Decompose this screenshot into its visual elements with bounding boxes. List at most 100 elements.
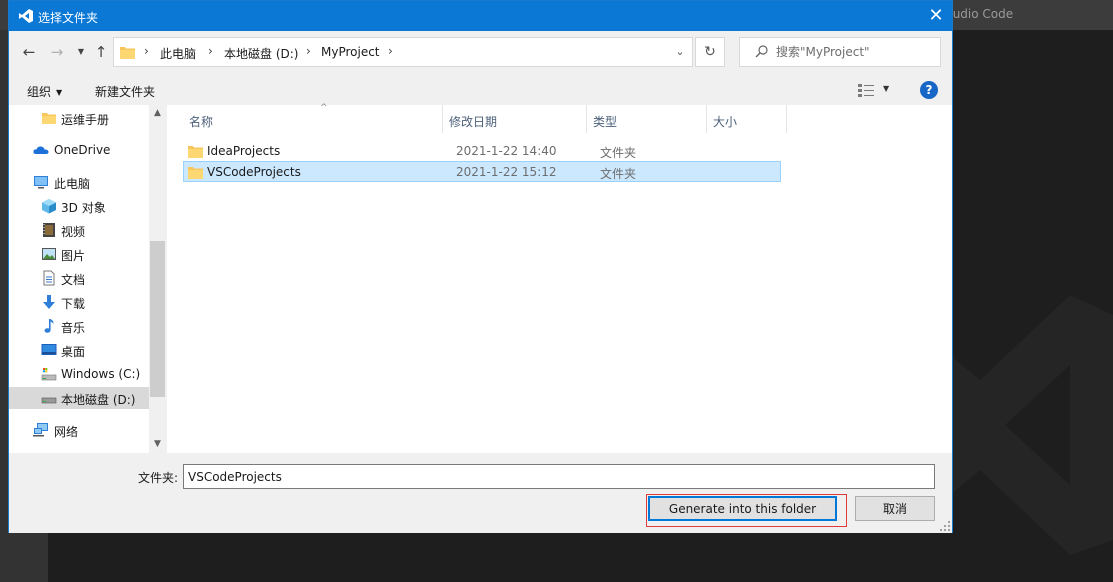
select-folder-dialog: 选择文件夹 ✕ ← → ▼ ↑ › 此电脑 › 本地磁盘 (D:) › MyPr…	[8, 0, 953, 533]
breadcrumb-item-drive-d[interactable]: 本地磁盘 (D:)	[224, 45, 298, 62]
organize-label: 组织	[27, 85, 52, 99]
nav-item-label: 文档	[61, 273, 86, 287]
nav-item-this-pc[interactable]: 此电脑	[9, 171, 149, 193]
refresh-icon: ↻	[704, 44, 716, 60]
breadcrumb-separator-icon: ›	[208, 44, 213, 58]
refresh-button[interactable]: ↻	[695, 37, 725, 67]
search-input[interactable]	[776, 38, 936, 66]
recent-locations-button[interactable]: ▼	[71, 41, 91, 63]
column-label: 类型	[593, 115, 618, 129]
breadcrumb-item-this-pc[interactable]: 此电脑	[160, 45, 196, 62]
desktop-icon	[41, 344, 57, 355]
breadcrumb-separator-icon: ›	[306, 44, 311, 58]
network-icon	[33, 423, 48, 437]
column-header-type[interactable]: 类型	[587, 105, 707, 133]
folder-field-label: 文件夹:	[138, 471, 179, 485]
generate-into-folder-button[interactable]: Generate into this folder	[648, 496, 837, 521]
file-type: 文件夹	[600, 146, 637, 160]
nav-item-label: 3D 对象	[61, 201, 106, 215]
nav-item-label: 音乐	[61, 321, 86, 335]
nav-item-desktop[interactable]: 桌面	[9, 339, 149, 361]
help-icon[interactable]: ?	[920, 81, 938, 99]
picture-icon	[42, 248, 56, 260]
document-icon	[43, 270, 55, 286]
address-bar[interactable]: › 此电脑 › 本地磁盘 (D:) › MyProject › ⌄	[113, 37, 693, 67]
drive-icon	[41, 368, 57, 381]
file-date: 2021-1-22 14:40	[456, 144, 557, 158]
scrollbar-thumb[interactable]	[150, 241, 165, 397]
cloud-icon	[33, 146, 49, 154]
breadcrumb-separator-icon: ›	[388, 44, 393, 58]
dialog-titlebar: 选择文件夹 ✕	[9, 1, 952, 31]
vscode-app-icon	[19, 9, 33, 23]
resize-grip-icon[interactable]	[940, 521, 950, 531]
cancel-button[interactable]: 取消	[855, 496, 935, 521]
search-icon	[755, 45, 768, 58]
vscode-window-title: tudio Code	[948, 7, 1014, 21]
nav-item-label: 本地磁盘 (D:)	[61, 393, 136, 407]
file-name: VSCodeProjects	[207, 165, 301, 179]
arrow-up-icon: ↑	[94, 43, 108, 61]
folder-icon	[188, 146, 203, 158]
search-box[interactable]	[739, 37, 941, 67]
column-header-date[interactable]: 修改日期	[443, 105, 587, 133]
up-button[interactable]: ↑	[91, 41, 111, 63]
close-icon: ✕	[928, 5, 944, 26]
arrow-left-icon: ←	[22, 43, 36, 61]
cube-icon	[42, 199, 56, 214]
folder-icon	[42, 113, 56, 124]
column-header-name[interactable]: ^ 名称	[183, 103, 443, 133]
nav-item-videos[interactable]: 视频	[9, 219, 149, 241]
nav-item-label: 网络	[54, 425, 79, 439]
close-button[interactable]: ✕	[920, 1, 952, 31]
view-dropdown-icon[interactable]: ▼	[883, 84, 889, 93]
column-label: 大小	[713, 115, 738, 129]
dialog-title: 选择文件夹	[38, 11, 99, 25]
scroll-down-icon[interactable]: ▼	[149, 436, 166, 453]
drive-icon	[41, 397, 57, 404]
forward-button[interactable]: →	[47, 41, 67, 63]
table-row[interactable]: VSCodeProjects 2021-1-22 15:12 文件夹	[183, 161, 781, 182]
computer-icon	[34, 176, 48, 189]
scroll-up-icon[interactable]: ▲	[149, 105, 166, 122]
nav-item-music[interactable]: 音乐	[9, 315, 149, 337]
address-dropdown-button[interactable]: ⌄	[668, 38, 692, 66]
nav-item-label: 图片	[61, 249, 86, 263]
view-options-icon[interactable]	[857, 82, 875, 98]
nav-item-onedrive[interactable]: OneDrive	[9, 139, 149, 161]
column-label: 修改日期	[449, 115, 498, 129]
new-folder-button[interactable]: 新建文件夹	[95, 83, 155, 100]
nav-item-network[interactable]: 网络	[9, 419, 149, 441]
nav-item-label: 此电脑	[54, 177, 91, 191]
folder-icon	[120, 47, 135, 59]
column-header-size[interactable]: 大小	[707, 105, 787, 133]
nav-item-label: Windows (C:)	[61, 367, 141, 381]
file-list: ^ 名称 修改日期 类型 大小 IdeaProjects 2021-1-22 1…	[167, 103, 952, 453]
nav-item-3d-objects[interactable]: 3D 对象	[9, 195, 149, 217]
download-icon	[43, 295, 55, 309]
nav-item-pictures[interactable]: 图片	[9, 243, 149, 265]
folder-name-input[interactable]	[183, 464, 935, 489]
nav-item-label: 下载	[61, 297, 86, 311]
dialog-body: ← → ▼ ↑ › 此电脑 › 本地磁盘 (D:) › MyProject › …	[9, 31, 952, 533]
nav-item-documents[interactable]: 文档	[9, 267, 149, 289]
nav-item-label: 运维手册	[61, 113, 110, 127]
breadcrumb-item-myproject[interactable]: MyProject	[321, 45, 380, 59]
table-row[interactable]: IdeaProjects 2021-1-22 14:40 文件夹	[183, 140, 781, 161]
nav-item-label: OneDrive	[54, 143, 111, 157]
column-label: 名称	[189, 115, 214, 129]
vscode-logo-watermark-icon	[950, 295, 1113, 555]
navigation-scrollbar[interactable]: ▲ ▼	[149, 105, 166, 453]
nav-item-drive-c[interactable]: Windows (C:)	[9, 363, 149, 385]
chevron-down-icon: ⌄	[675, 45, 685, 58]
arrow-right-icon: →	[50, 43, 64, 61]
nav-item-ops-manual[interactable]: 运维手册	[9, 107, 149, 129]
nav-item-drive-d[interactable]: 本地磁盘 (D:)	[9, 387, 149, 409]
navigation-pane: 运维手册 OneDrive 此电脑 3D 对象 视频 图片 文档 下载 音乐 桌…	[9, 105, 166, 453]
nav-item-downloads[interactable]: 下载	[9, 291, 149, 313]
back-button[interactable]: ←	[19, 41, 39, 63]
command-toolbar: 组织 ▼ 新建文件夹 ▼ ?	[9, 75, 952, 105]
file-name: IdeaProjects	[207, 144, 281, 158]
file-date: 2021-1-22 15:12	[456, 165, 557, 179]
organize-button[interactable]: 组织 ▼	[27, 83, 62, 100]
